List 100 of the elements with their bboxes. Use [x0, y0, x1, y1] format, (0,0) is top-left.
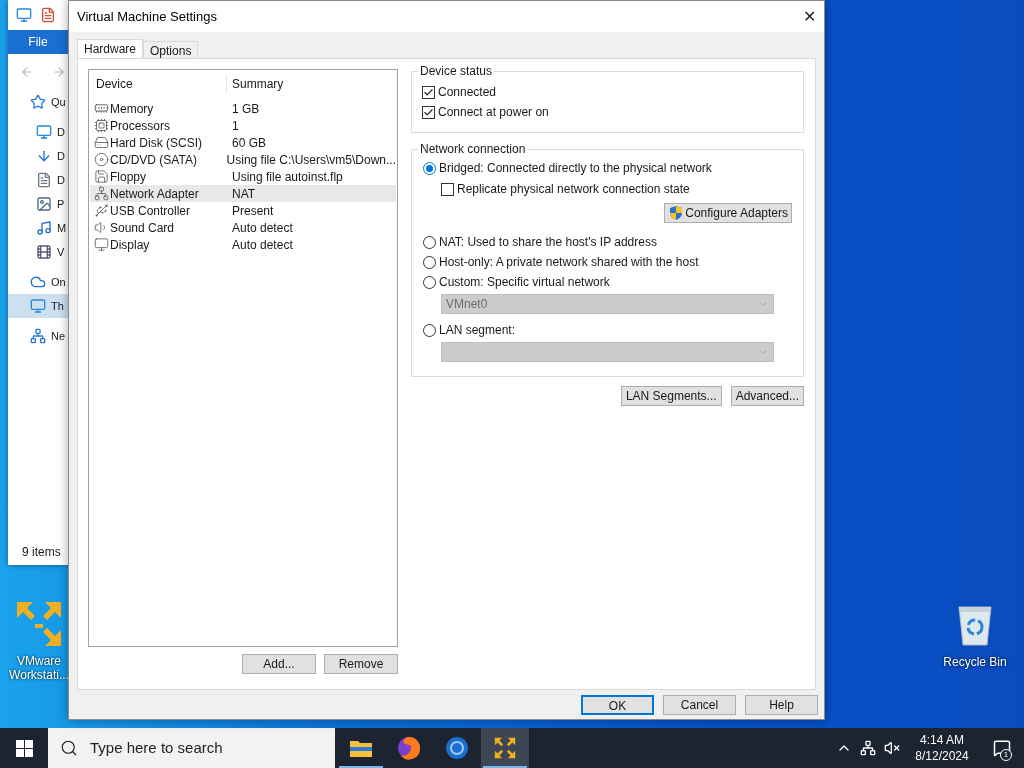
device-summary: Auto detect	[231, 219, 293, 237]
item-count: 9 items	[21, 544, 62, 561]
radio-label: Custom: Specific virtual network	[439, 274, 610, 291]
radio-button[interactable]	[423, 235, 436, 249]
nav-item[interactable]: D	[8, 168, 88, 192]
device-row[interactable]: Memory 1 GB	[90, 100, 396, 117]
notifications-button[interactable]: 1	[980, 728, 1024, 768]
dialog-button[interactable]: Cancel	[663, 695, 736, 715]
nav-item[interactable]: On	[8, 270, 88, 294]
search-field[interactable]: Type here to search	[48, 728, 335, 768]
list-button[interactable]: Add...	[242, 654, 316, 674]
nav-item[interactable]: Ne	[8, 324, 88, 348]
arrows-icon	[493, 736, 517, 760]
window-title: Virtual Machine Settings	[77, 7, 217, 26]
checkbox[interactable]	[441, 182, 454, 196]
device-row[interactable]: Hard Disk (SCSI) 60 GB	[90, 134, 396, 151]
notification-count: 1	[1000, 749, 1012, 761]
dialog-button[interactable]: OK	[581, 695, 654, 715]
device-name: USB Controller	[110, 202, 191, 220]
folder-icon	[349, 738, 373, 758]
nav-item[interactable]: P	[8, 192, 88, 216]
dialog-button[interactable]: Help	[745, 695, 818, 715]
cloud-icon	[30, 274, 46, 290]
shield-icon	[668, 205, 685, 221]
device-name: CD/DVD (SATA)	[110, 151, 197, 169]
nav-item[interactable]: D	[8, 144, 88, 168]
close-button[interactable]: ✕	[794, 1, 824, 32]
radio-button[interactable]	[423, 275, 436, 289]
checkbox-label: Connected	[438, 84, 497, 101]
vm-app-button[interactable]	[481, 728, 529, 768]
network-icon[interactable]	[860, 740, 876, 756]
windows-icon[interactable]	[15, 739, 33, 757]
monitor-icon	[36, 124, 52, 140]
radio-label: Host-only: A private network shared with the host	[439, 254, 699, 271]
radio-button[interactable]	[423, 255, 436, 269]
column-header: Device	[90, 74, 227, 93]
memory-icon	[94, 101, 109, 116]
network-button[interactable]: Advanced...	[730, 386, 804, 406]
muted-speaker-icon[interactable]	[884, 740, 900, 756]
device-row[interactable]: Sound Card Auto detect	[90, 219, 396, 236]
floppy-icon	[94, 169, 109, 184]
device-summary: Auto detect	[231, 236, 293, 254]
radio-button[interactable]	[423, 161, 436, 175]
nav-item[interactable]: D	[8, 120, 88, 144]
device-summary: Using file C:\Users\vm5\Down...	[225, 151, 396, 169]
device-row[interactable]: CD/DVD (SATA) Using file C:\Users\vm5\Down...	[90, 151, 396, 168]
time: 4:14 AM	[920, 732, 964, 748]
radio-label: Bridged: Connected directly to the physical network	[439, 160, 712, 177]
document-icon	[36, 172, 52, 188]
device-row[interactable]: Processors 1	[90, 117, 396, 134]
network-icon	[30, 328, 46, 344]
radio-button[interactable]	[423, 323, 436, 337]
device-summary: Using file autoinst.flp	[231, 168, 343, 186]
device-row[interactable]: Display Auto detect	[90, 236, 396, 253]
date: 8/12/2024	[915, 748, 969, 764]
nav-item[interactable]: Qu	[8, 90, 88, 114]
nav-item[interactable]: M	[8, 216, 88, 240]
ribbon-tab[interactable]: File	[8, 30, 68, 54]
checkbox[interactable]	[422, 85, 435, 99]
device-name: Floppy	[110, 168, 147, 186]
device-name: Memory	[110, 100, 154, 118]
device-row[interactable]: Network Adapter NAT	[90, 185, 396, 202]
document-icon	[40, 7, 56, 23]
computer-icon	[16, 7, 32, 23]
fox-globe-icon	[397, 736, 421, 760]
device-summary: 1 GB	[231, 100, 260, 118]
music-icon	[36, 220, 52, 236]
message-icon	[993, 739, 1011, 757]
device-summary: 1	[231, 117, 239, 135]
computer-icon	[30, 298, 46, 314]
clock[interactable]: 4:14 AM 8/12/2024	[910, 732, 974, 764]
monitor-icon	[94, 237, 109, 252]
nav-item[interactable]: V	[8, 240, 88, 264]
column-header: Summary	[231, 75, 284, 93]
tab[interactable]: Options	[143, 41, 199, 58]
film-icon	[36, 244, 52, 260]
icon-label[interactable]: Recycle Bin	[943, 653, 1007, 671]
search-placeholder: Type here to search	[90, 737, 223, 758]
ring-icon	[445, 736, 469, 760]
radio-label: NAT: Used to share the host's IP address	[439, 234, 657, 251]
network-button[interactable]: LAN Segments...	[620, 386, 722, 406]
chip-icon	[94, 118, 109, 133]
device-name: Sound Card	[110, 219, 175, 237]
star-icon	[30, 94, 46, 110]
network-icon	[94, 186, 109, 201]
checkbox-label: Replicate physical network connection state	[457, 181, 690, 198]
device-name: Hard Disk (SCSI)	[110, 134, 202, 152]
configure-adapters-button[interactable]: Configure Adapters	[664, 203, 792, 223]
download-icon	[36, 148, 52, 164]
list-button[interactable]: Remove	[324, 654, 398, 674]
device-row[interactable]: USB Controller Present	[90, 202, 396, 219]
device-name: Display	[110, 236, 150, 254]
device-name: Processors	[110, 117, 171, 135]
device-summary: 60 GB	[231, 134, 267, 152]
picture-icon	[36, 196, 52, 212]
device-row[interactable]: Floppy Using file autoinst.flp	[90, 168, 396, 185]
tab[interactable]: Hardware	[77, 39, 144, 58]
recycle-bin-icon	[955, 603, 995, 647]
usb-icon	[94, 203, 109, 218]
checkbox[interactable]	[422, 105, 435, 119]
